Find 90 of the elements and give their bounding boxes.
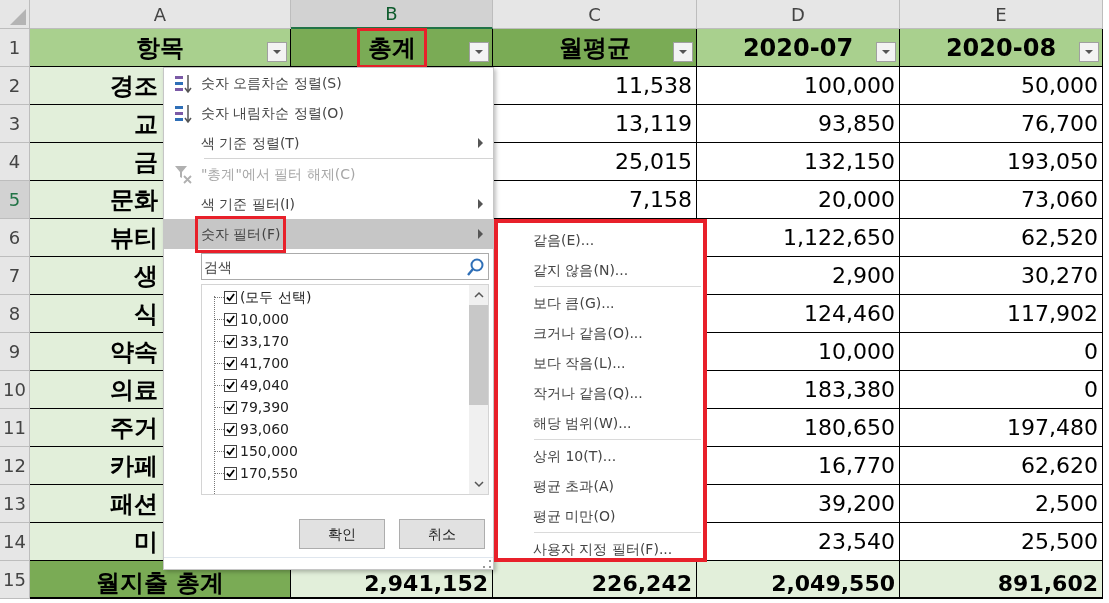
filter-dropdown-button[interactable] — [876, 42, 896, 62]
checkbox[interactable] — [224, 422, 237, 436]
table-cell: 62,520 — [900, 219, 1103, 257]
table-cell: 226,242 — [493, 561, 697, 599]
row-header[interactable]: 4 — [0, 143, 30, 181]
menu-item[interactable]: 숫자 내림차순 정렬(O) — [164, 98, 493, 128]
row-header[interactable]: 5 — [0, 181, 30, 219]
header-cell: 2020-08 — [900, 29, 1103, 67]
table-cell: 20,000 — [697, 181, 900, 219]
menu-item[interactable]: 색 기준 필터(I) — [164, 189, 493, 219]
filter-dropdown-button[interactable] — [267, 42, 287, 62]
column-header[interactable]: A — [30, 0, 291, 29]
resize-grip-icon — [483, 560, 491, 568]
header-cell: 월평균 — [493, 29, 697, 67]
row-header[interactable]: 1 — [0, 29, 30, 67]
checkbox-label: 49,040 — [240, 375, 289, 395]
row-header[interactable]: 11 — [0, 409, 30, 447]
row-header[interactable]: 14 — [0, 523, 30, 561]
row-header[interactable]: 8 — [0, 295, 30, 333]
row-header[interactable]: 2 — [0, 67, 30, 105]
table-cell: 117,902 — [900, 295, 1103, 333]
header-cell: 항목 — [30, 29, 291, 67]
table-cell: 891,602 — [900, 561, 1103, 599]
row-header[interactable]: 10 — [0, 371, 30, 409]
table-cell: 25,015 — [493, 143, 697, 181]
sort-ascending-icon — [173, 73, 192, 93]
checkbox[interactable] — [224, 466, 237, 480]
table-cell: 100,000 — [697, 67, 900, 105]
menu-item[interactable]: 숫자 오름차순 정렬(S) — [164, 68, 493, 98]
header-cell: 2020-07 — [697, 29, 900, 67]
column-header[interactable]: D — [697, 0, 900, 29]
caret-icon — [273, 50, 281, 54]
checkbox[interactable] — [224, 400, 237, 414]
checkbox-label: 93,060 — [240, 419, 289, 439]
checkbox-label: 41,700 — [240, 353, 289, 373]
row-header[interactable]: 15 — [0, 561, 30, 599]
row-header[interactable]: 3 — [0, 105, 30, 143]
checkbox[interactable] — [224, 444, 237, 458]
caret-icon — [1085, 50, 1093, 54]
chevron-down-icon — [473, 480, 484, 488]
filter-dropdown-button[interactable] — [469, 42, 489, 62]
select-all-icon — [10, 9, 26, 25]
checkbox-label: 10,000 — [240, 309, 289, 329]
table-cell: 30,270 — [900, 257, 1103, 295]
table-cell: 93,850 — [697, 105, 900, 143]
table-cell: 50,000 — [900, 67, 1103, 105]
table-cell: 0 — [900, 333, 1103, 371]
table-cell: 193,050 — [900, 143, 1103, 181]
column-header[interactable]: C — [493, 0, 697, 29]
row-header[interactable]: 12 — [0, 447, 30, 485]
caret-icon — [882, 50, 890, 54]
row-header[interactable]: 13 — [0, 485, 30, 523]
header-cell: 총계 — [291, 29, 493, 67]
filter-dropdown-button[interactable] — [1079, 42, 1099, 62]
filter-dropdown-button[interactable] — [673, 42, 693, 62]
search-icon — [467, 257, 485, 276]
scrollbar[interactable] — [469, 285, 488, 494]
checkbox[interactable] — [224, 378, 237, 392]
checkbox-label: 33,170 — [240, 331, 289, 351]
row-header[interactable]: 7 — [0, 257, 30, 295]
caret-icon — [679, 50, 687, 54]
menu-item[interactable]: 색 기준 정렬(T) — [164, 128, 493, 158]
sort-descending-icon — [173, 103, 192, 123]
menu-item-label: 숫자 필터(F) — [195, 215, 287, 253]
row-header[interactable]: 6 — [0, 219, 30, 257]
scrollbar-thumb[interactable] — [469, 305, 488, 405]
table-cell: 7,158 — [493, 181, 697, 219]
checkbox[interactable] — [224, 356, 237, 370]
chevron-up-icon — [473, 291, 484, 299]
table-cell: 0 — [900, 371, 1103, 409]
checkbox[interactable] — [224, 312, 237, 326]
table-cell: 2,500 — [900, 485, 1103, 523]
column-header[interactable]: E — [900, 0, 1103, 29]
table-cell: 132,150 — [697, 143, 900, 181]
checkbox[interactable] — [224, 334, 237, 348]
table-cell: 76,700 — [900, 105, 1103, 143]
column-header[interactable]: B — [291, 0, 493, 29]
row-header[interactable]: 9 — [0, 333, 30, 371]
table-cell: 11,538 — [493, 67, 697, 105]
checkbox[interactable] — [224, 290, 237, 304]
table-cell: 197,480 — [900, 409, 1103, 447]
caret-icon — [475, 50, 483, 54]
table-cell: 25,500 — [900, 523, 1103, 561]
ok-button[interactable]: 확인 — [299, 519, 385, 549]
clear-filter-icon — [173, 164, 192, 184]
table-cell: 2,049,550 — [697, 561, 900, 599]
table-cell: 62,620 — [900, 447, 1103, 485]
table-cell: 13,119 — [493, 105, 697, 143]
cancel-button[interactable]: 취소 — [399, 519, 485, 549]
table-cell: 73,060 — [900, 181, 1103, 219]
